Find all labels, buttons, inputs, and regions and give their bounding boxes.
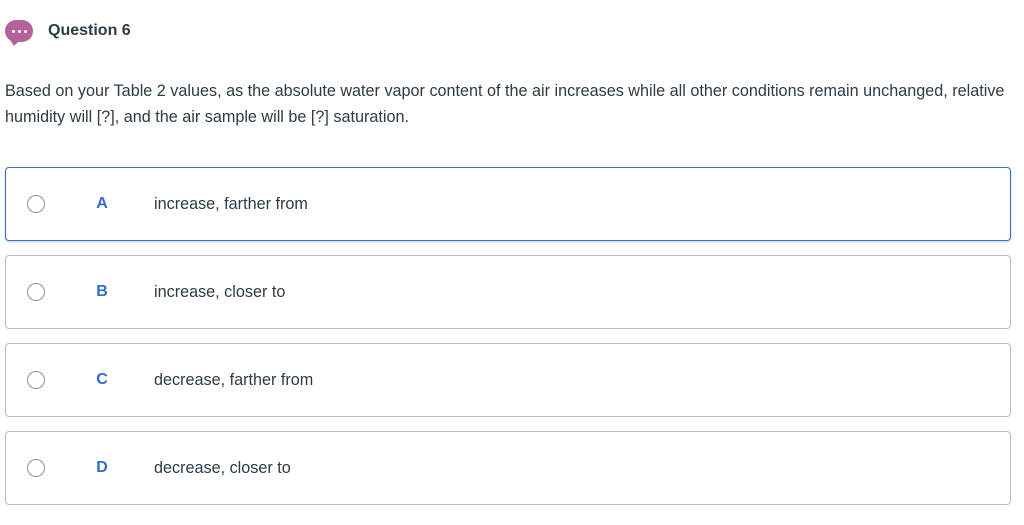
option-text: increase, closer to [154,282,286,301]
option-letter: C [96,371,108,388]
radio-button-a[interactable] [27,195,45,213]
option-text: increase, farther from [154,194,308,213]
answer-option-c[interactable]: C decrease, farther from [5,343,1011,417]
option-letter: D [96,459,108,476]
answer-option-a[interactable]: A increase, farther from [5,167,1011,241]
answer-option-b[interactable]: B increase, closer to [5,255,1011,329]
answer-option-d[interactable]: D decrease, closer to [5,431,1011,505]
radio-button-d[interactable] [27,459,45,477]
option-text: decrease, farther from [154,370,314,389]
question-title: Question 6 [48,22,131,39]
radio-button-b[interactable] [27,283,45,301]
radio-button-c[interactable] [27,371,45,389]
question-prompt: Based on your Table 2 values, as the abs… [5,82,1005,126]
question-header: Question 6 [5,18,131,46]
option-letter: A [96,195,108,212]
option-letter: B [96,283,108,300]
option-text: decrease, closer to [154,458,291,477]
chat-bubble-icon [5,20,33,46]
answer-options: A increase, farther from B increase, clo… [5,167,1011,519]
